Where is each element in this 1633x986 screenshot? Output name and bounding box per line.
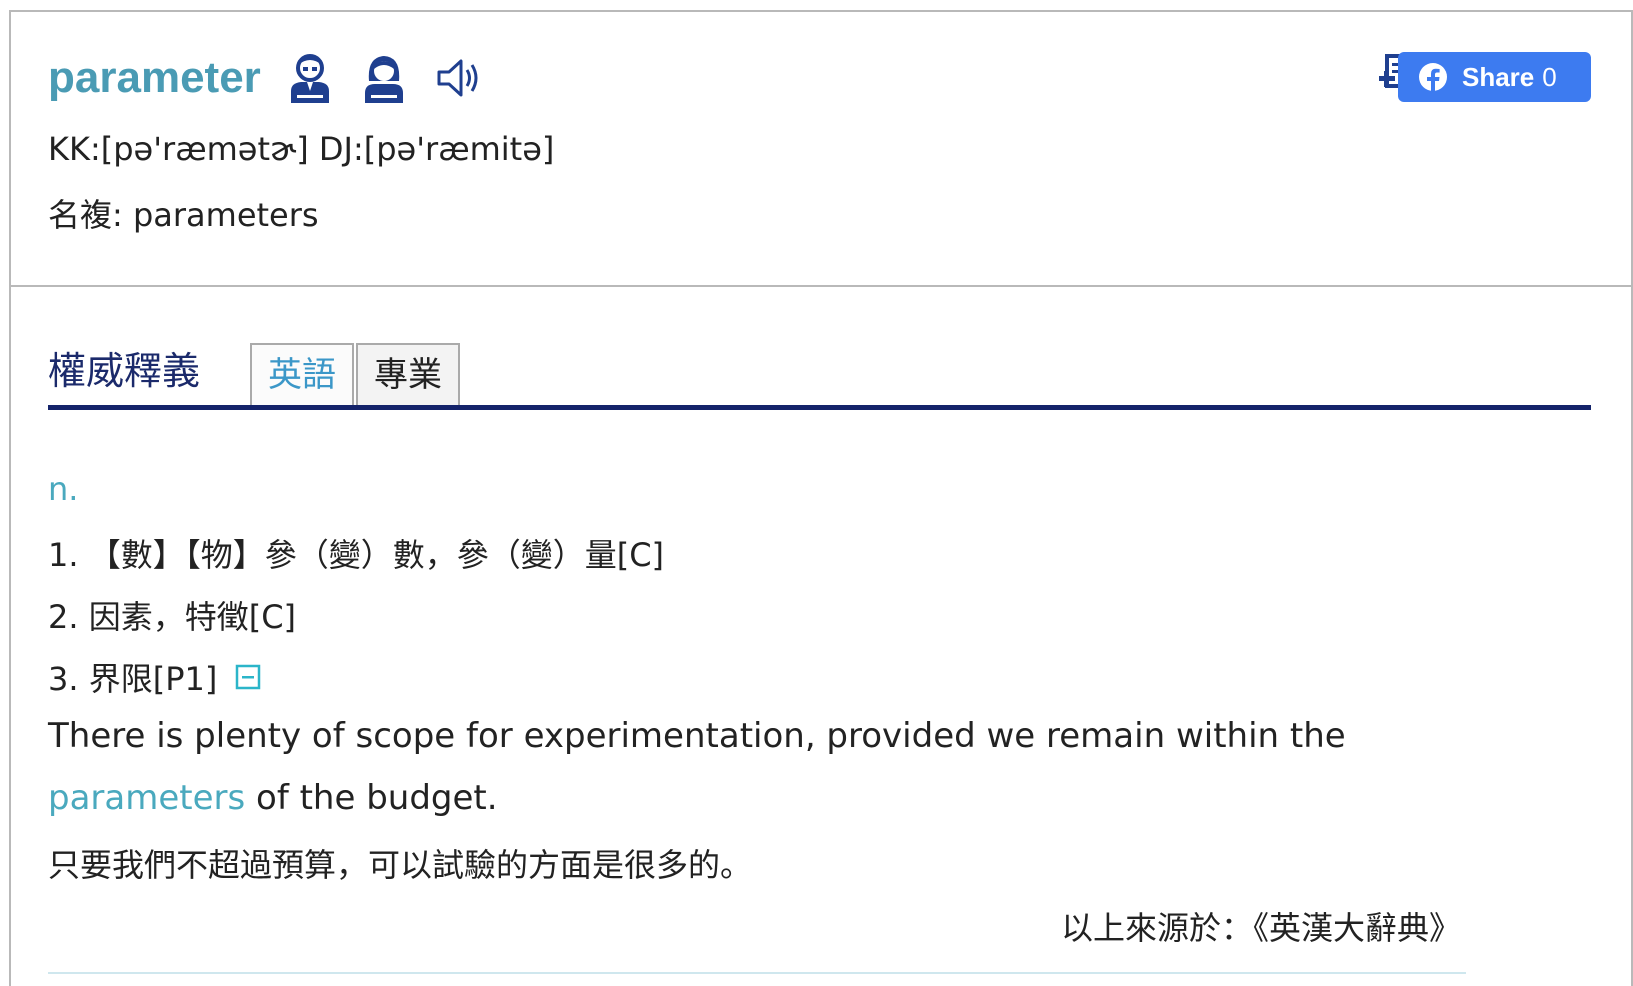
tab-english[interactable]: 英語	[250, 343, 354, 405]
collapse-example-icon[interactable]	[235, 664, 261, 690]
example-highlight-word[interactable]: parameters	[48, 778, 245, 818]
section-divider	[48, 405, 1591, 410]
headword: parameter	[48, 53, 261, 102]
sense-text: 3. 界限[P1]	[48, 660, 218, 698]
facebook-share-button[interactable]: Share 0	[1398, 52, 1591, 102]
example-chinese: 只要我們不超過預算，可以試驗的方面是很多的。	[48, 846, 753, 884]
sense-item: 1. 【數】【物】參（變）數，參（變）量[C]	[48, 536, 665, 574]
example-english-line1: There is plenty of scope for experimenta…	[48, 716, 1346, 756]
tab-professional[interactable]: 專業	[356, 343, 460, 405]
pronunciation: KK:[pə'ræmətɚ] DJ:[pə'ræmitə]	[48, 130, 555, 168]
sense-item-3: 3. 界限[P1]	[48, 654, 261, 700]
headword-row: parameter	[48, 48, 485, 108]
facebook-icon	[1419, 63, 1447, 91]
sound-icon[interactable]	[433, 52, 485, 104]
plural-form: 名複: parameters	[48, 196, 319, 234]
part-of-speech: n.	[48, 470, 79, 508]
source-divider	[48, 972, 1466, 974]
share-label: Share	[1462, 61, 1535, 92]
example-rest: of the budget.	[245, 778, 498, 818]
section-title: 權威釋義	[48, 349, 201, 393]
example-english-line2: parameters of the budget.	[48, 778, 498, 818]
male-speaker-icon[interactable]	[283, 51, 337, 105]
source-attribution: 以上來源於：《英漢大辭典》	[1060, 909, 1461, 947]
share-count: 0	[1542, 61, 1557, 92]
definition-tabs: 英語 專業	[250, 343, 462, 405]
sense-item: 2. 因素，特徵[C]	[48, 598, 297, 636]
female-speaker-icon[interactable]	[357, 51, 411, 105]
